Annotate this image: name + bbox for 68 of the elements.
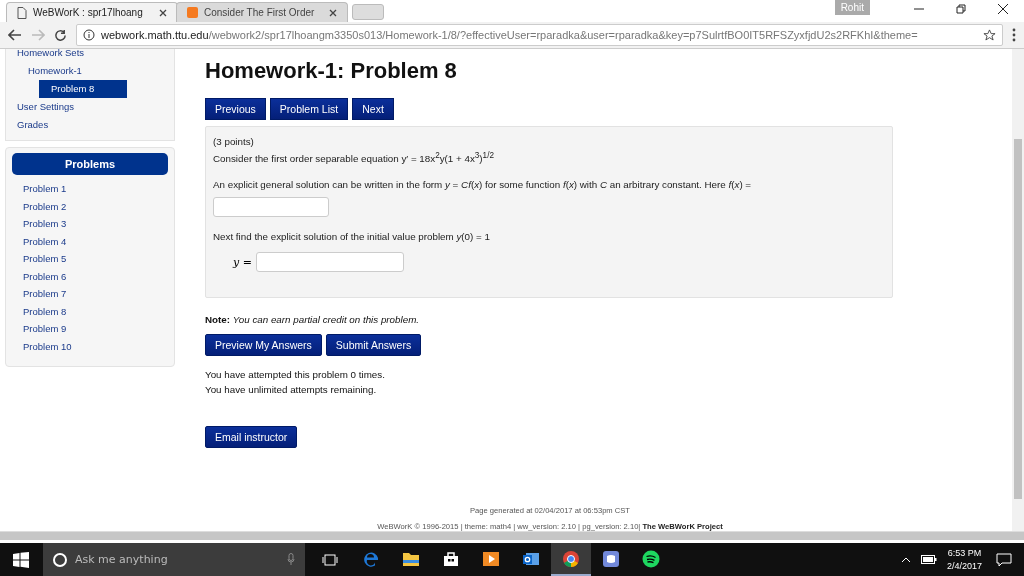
sound-waves-logo-icon	[642, 549, 660, 568]
shopping-bag-icon	[442, 550, 460, 567]
tab-title: WeBWorK : spr17lhoang	[33, 7, 144, 18]
browser-tab[interactable]: WeBWorK : spr17lhoang	[6, 2, 178, 22]
tab-title: Consider The First Order	[204, 7, 316, 18]
back-arrow-icon[interactable]	[8, 29, 22, 41]
answer-label: y =	[233, 255, 252, 269]
question-text: Consider the first order separable equation y′ = 18x$^{2}$y(1 + 4x$^{3}$)$^{1/2}$	[213, 150, 494, 167]
email-button[interactable]: Email instructor	[205, 426, 298, 448]
c-logo-icon	[187, 7, 198, 18]
nav-button[interactable]: Problem List	[269, 98, 349, 120]
points-text: (3 points)	[213, 135, 254, 149]
note-text: Note: You can earn partial credit on this problem.	[205, 314, 420, 325]
clock[interactable]: 6:53 PM 2/4/2017	[946, 546, 982, 573]
problem-link[interactable]: Problem 9	[12, 323, 67, 341]
problem-link[interactable]: Problem 2	[12, 200, 67, 218]
chevron-up-icon[interactable]	[900, 556, 911, 563]
info-icon	[83, 29, 95, 41]
question-text: Next find the explicit solution of the initial value problem y(0) = 1	[213, 230, 490, 245]
reload-icon[interactable]	[54, 28, 67, 42]
nav-link[interactable]: User Settings	[17, 98, 167, 116]
scrollbar[interactable]	[0, 531, 1024, 540]
menu-icon[interactable]	[1012, 28, 1016, 42]
close-icon[interactable]	[997, 3, 1009, 15]
problem-link[interactable]: Problem 1	[12, 183, 67, 201]
attempts-text: You have attempted this problem 0 times.	[205, 368, 385, 382]
star-icon[interactable]	[983, 28, 996, 42]
microphone-icon[interactable]	[287, 553, 295, 566]
answer-field[interactable]	[213, 197, 329, 218]
task-view-icon[interactable]	[322, 553, 338, 566]
answer-field[interactable]	[255, 252, 404, 273]
taskbar-app[interactable]	[551, 543, 591, 576]
search-circle-icon	[53, 552, 67, 567]
chrome-logo-icon	[562, 549, 580, 568]
nav-button[interactable]: Previous	[205, 98, 266, 120]
windows-logo-icon[interactable]	[13, 551, 29, 568]
play-icon	[482, 550, 500, 567]
search-box[interactable]: Ask me anything	[43, 543, 305, 576]
problem-link[interactable]: Problem 3	[12, 218, 67, 236]
problem-link[interactable]: Problem 6	[12, 270, 67, 288]
problem-link[interactable]: Problem 7	[12, 288, 67, 306]
nav-link[interactable]: Homework Sets	[17, 49, 167, 62]
problem-link[interactable]: Problem 4	[12, 235, 67, 253]
nav-link[interactable]: Grades	[17, 116, 167, 134]
browser-tab[interactable]: Consider The First Order	[176, 2, 348, 22]
battery-icon[interactable]	[920, 555, 937, 564]
scrollbar[interactable]	[1012, 49, 1024, 531]
restore-icon[interactable]	[955, 3, 967, 15]
problem-link[interactable]: Problem 10	[12, 340, 72, 358]
problem-link[interactable]: Problem 8	[12, 305, 67, 323]
problems-header: Problems	[12, 153, 168, 175]
page-icon	[17, 6, 27, 19]
address-bar[interactable]: webwork.math.ttu.edu/webwork2/spr17lhoangm3350s013/Homework-1/8/?effectiveUser=rparadka&user=rparadka&key=p7SulrtfBO0IT5RFSZyxfjdU2s2RFKhI&theme=	[76, 24, 1003, 46]
close-icon[interactable]	[159, 8, 167, 17]
search-field[interactable]: Ask me anything	[73, 552, 281, 567]
problem-link[interactable]: Problem 5	[12, 253, 67, 271]
close-icon[interactable]	[329, 8, 337, 17]
nav-button[interactable]: Next	[352, 98, 394, 120]
notification-icon[interactable]	[996, 552, 1012, 567]
submit-button[interactable]: Preview My Answers	[205, 334, 322, 356]
nav-link[interactable]: Homework-1	[28, 62, 167, 80]
question-text: An explicit general solution can be written in the form y = Cf(x) for some function f(x) with C an arbitrary constant. Here f(x) =	[213, 178, 752, 193]
attempts-text: You have unlimited attempts remaining.	[205, 383, 377, 397]
nav-link[interactable]: Problem 8	[39, 80, 127, 98]
mail-icon	[522, 550, 540, 567]
page-title: Homework-1: Problem 8	[205, 58, 457, 84]
folder-icon	[402, 550, 420, 567]
submit-button[interactable]: Submit Answers	[325, 334, 422, 356]
